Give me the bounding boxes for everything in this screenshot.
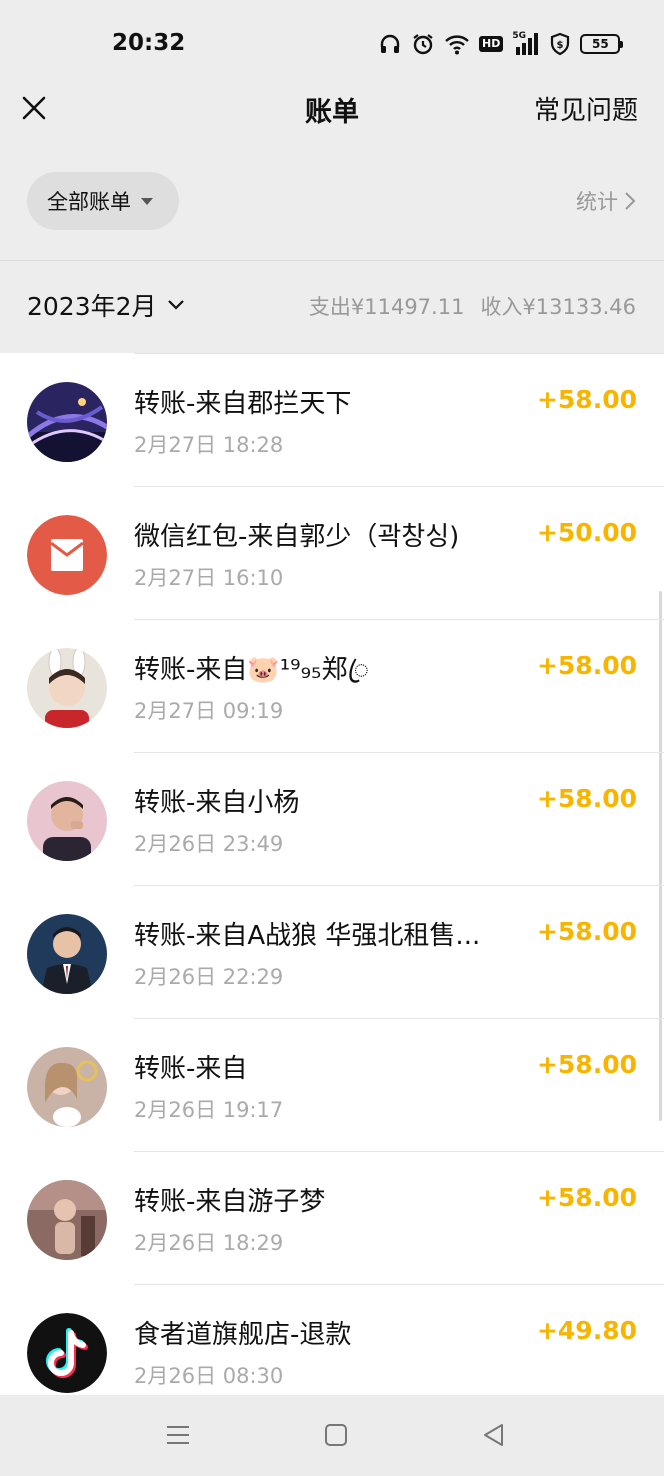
status-icons: HD 5G $ 55: [378, 28, 624, 60]
transaction-amount: +49.80: [536, 1316, 637, 1345]
transaction-title: 转账-来自A战狼 华强北租售...: [134, 921, 481, 951]
expense-total: 支出¥11497.11: [308, 295, 465, 319]
list-item[interactable]: 转账-来自小杨 2月26日 23:49 +58.00: [0, 752, 664, 885]
signal-icon: 5G: [512, 31, 540, 57]
income-total: 收入¥13133.46: [480, 295, 636, 319]
avatar: [27, 648, 107, 728]
transaction-time: 2月26日 18:29: [134, 1231, 284, 1255]
home-icon[interactable]: [322, 1421, 350, 1449]
month-summary-row: 2023年2月 支出¥11497.11 收入¥13133.46: [0, 261, 664, 353]
transaction-amount: +58.00: [536, 1050, 637, 1079]
transaction-time: 2月26日 22:29: [134, 965, 284, 989]
bill-type-filter-label: 全部账单: [47, 190, 131, 214]
battery-icon: 55: [580, 34, 624, 54]
month-label: 2023年2月: [27, 292, 157, 321]
faq-link[interactable]: 常见问题: [534, 90, 638, 127]
transaction-title: 转账-来自游子梦: [134, 1187, 326, 1217]
transaction-title: 转账-来自: [134, 1054, 248, 1084]
transaction-amount: +58.00: [536, 917, 637, 946]
svg-text:$: $: [557, 40, 564, 51]
red-packet-icon: [27, 515, 107, 595]
status-bar: 20:32 HD 5G $ 55: [0, 0, 664, 84]
list-item[interactable]: 转账-来自郡拦天下 2月27日 18:28 +58.00: [0, 353, 664, 486]
transaction-title: 食者道旗舰店-退款: [134, 1320, 352, 1350]
system-nav-bar: [0, 1395, 664, 1476]
list-item[interactable]: 转账-来自A战狼 华强北租售... 2月26日 22:29 +58.00: [0, 885, 664, 1018]
list-item[interactable]: 转账-来自 2月26日 19:17 +58.00: [0, 1018, 664, 1151]
transaction-title: 转账-来自郡拦天下: [134, 389, 352, 419]
avatar: [27, 1180, 107, 1260]
list-item[interactable]: 微信红包-来自郭少（곽창싱) 2月27日 16:10 +50.00: [0, 486, 664, 619]
transaction-amount: +58.00: [536, 784, 637, 813]
transaction-time: 2月27日 09:19: [134, 699, 284, 723]
transaction-list[interactable]: 转账-来自郡拦天下 2月27日 18:28 +58.00 微信红包-来自郭少（곽…: [0, 353, 664, 1395]
transaction-amount: +58.00: [536, 651, 637, 680]
transaction-amount: +50.00: [536, 518, 637, 547]
avatar: [27, 382, 107, 462]
transaction-amount: +58.00: [536, 1183, 637, 1212]
nav-bar: 账单 常见问题: [0, 84, 664, 148]
bill-type-filter[interactable]: 全部账单: [27, 172, 179, 230]
alarm-icon: [411, 32, 435, 56]
avatar: [27, 781, 107, 861]
month-selector[interactable]: 2023年2月: [27, 287, 185, 323]
chevron-down-icon: [167, 300, 184, 310]
menu-icon[interactable]: [164, 1421, 192, 1449]
chevron-right-icon: [625, 192, 636, 210]
transaction-title: 转账-来自小杨: [134, 788, 300, 818]
list-item[interactable]: 转账-来自游子梦 2月26日 18:29 +58.00: [0, 1151, 664, 1284]
list-item[interactable]: 食者道旗舰店-退款 2月26日 08:30 +49.80: [0, 1284, 664, 1395]
transaction-time: 2月26日 23:49: [134, 832, 284, 856]
transaction-title: 微信红包-来自郭少（곽창싱): [134, 522, 460, 552]
status-time: 20:32: [112, 30, 186, 56]
stats-link-label: 统计: [576, 190, 618, 214]
back-icon[interactable]: [480, 1421, 508, 1449]
tiktok-logo: [27, 1313, 107, 1393]
transaction-time: 2月27日 18:28: [134, 433, 284, 457]
shield-icon: $: [549, 32, 571, 56]
wifi-icon: [444, 33, 470, 55]
list-item[interactable]: 转账-来自🐷¹⁹₉₅郑ꦿ 2月27日 09:19 +58.00: [0, 619, 664, 752]
hd-icon: HD: [479, 36, 504, 52]
caret-down-icon: [141, 197, 153, 205]
filter-row: 全部账单 统计: [0, 148, 664, 260]
stats-link[interactable]: 统计: [576, 186, 636, 216]
avatar: [27, 1047, 107, 1127]
headphones-icon: [378, 32, 402, 56]
month-totals: 支出¥11497.11 收入¥13133.46: [309, 291, 636, 321]
transaction-time: 2月26日 08:30: [134, 1364, 284, 1388]
avatar: [27, 914, 107, 994]
transaction-amount: +58.00: [536, 385, 637, 414]
transaction-time: 2月26日 19:17: [134, 1098, 284, 1122]
transaction-time: 2月27日 16:10: [134, 566, 284, 590]
